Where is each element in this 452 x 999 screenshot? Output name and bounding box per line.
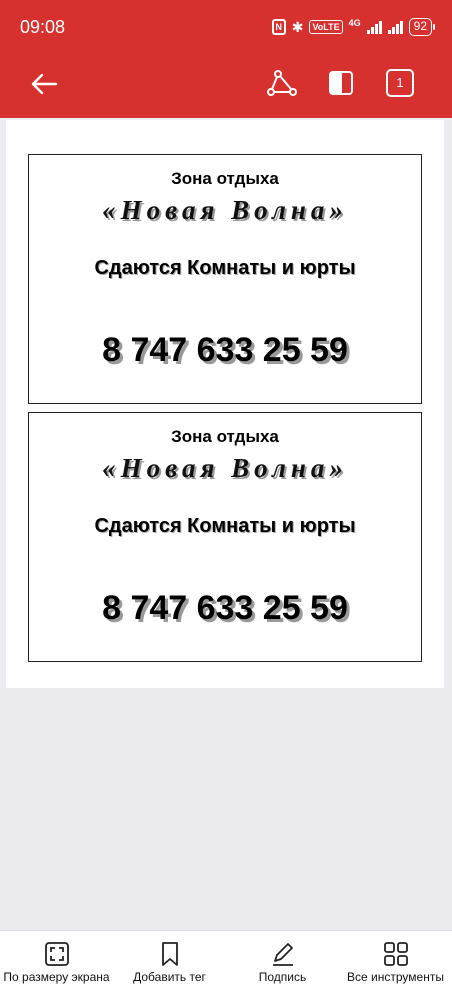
ad-card: Зона отдыха «Новая Волна» Сдаются Комнат…: [28, 412, 422, 662]
signal-icon: [366, 20, 382, 34]
card-phone: 8 747 633 25 59: [102, 331, 348, 369]
fit-screen-icon: [44, 942, 69, 966]
fit-screen-button[interactable]: По размеру экрана: [0, 931, 113, 999]
view-mode-button[interactable]: [326, 68, 356, 98]
status-time: 09:08: [20, 17, 66, 37]
share-button[interactable]: [264, 66, 300, 102]
bluetooth-icon: ✱: [291, 18, 304, 35]
nfc-icon: N: [271, 19, 286, 35]
bookmark-icon: [161, 942, 178, 966]
fit-screen-label: По размеру экрана: [3, 970, 110, 984]
pen-icon: [272, 943, 293, 966]
signature-button[interactable]: Подпись: [226, 931, 339, 999]
card-name: «Новая Волна»: [102, 195, 348, 225]
card-rent-text: Сдаются Комнаты и юрты: [94, 515, 356, 537]
status-bar: 09:08 N ✱ VoLTE 4G 92: [0, 0, 452, 56]
arrow-left-icon: [31, 73, 58, 95]
volte-badge: VoLTE: [309, 20, 343, 34]
signal-2-icon: [387, 20, 403, 34]
card-name: «Новая Волна»: [102, 453, 348, 483]
battery-icon: 92: [408, 18, 436, 36]
bottom-toolbar: По размеру экрана Добавить тег Подпись В…: [0, 930, 452, 999]
network-type: 4G: [348, 18, 361, 28]
all-tools-label: Все инструменты: [347, 970, 444, 984]
document-page[interactable]: Зона отдыха «Новая Волна» Сдаются Комнат…: [6, 120, 444, 688]
card-phone: 8 747 633 25 59: [102, 589, 348, 627]
status-icons: N ✱ VoLTE 4G 92: [271, 18, 436, 36]
grid-icon: [383, 942, 408, 966]
back-button[interactable]: [26, 66, 62, 102]
card-title: Зона отдыха: [171, 427, 279, 446]
add-tag-label: Добавить тег: [133, 970, 206, 984]
share-icon: [267, 70, 297, 96]
view-mode-icon: [329, 71, 353, 95]
card-rent-text: Сдаются Комнаты и юрты: [94, 257, 356, 279]
ad-card: Зона отдыха «Новая Волна» Сдаются Комнат…: [28, 154, 422, 404]
add-tag-button[interactable]: Добавить тег: [113, 931, 226, 999]
all-tools-button[interactable]: Все инструменты: [339, 931, 452, 999]
signature-label: Подпись: [258, 970, 307, 984]
card-title: Зона отдыха: [171, 169, 279, 188]
page-indicator-button[interactable]: 1: [386, 69, 414, 97]
top-app-bar: 09:08 N ✱ VoLTE 4G 92 1: [0, 0, 452, 118]
